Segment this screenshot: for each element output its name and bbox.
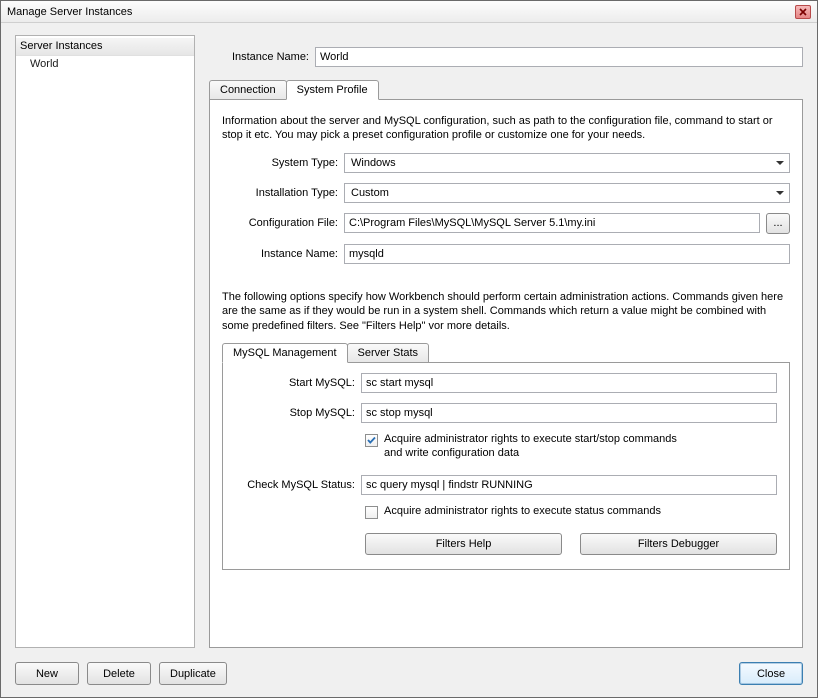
tree-group-header: Server Instances	[16, 38, 194, 56]
close-icon[interactable]	[795, 5, 811, 19]
filters-help-label: Filters Help	[436, 538, 492, 550]
intro-text: Information about the server and MySQL c…	[222, 114, 790, 143]
instance-name-row: Instance Name:	[209, 47, 803, 67]
filters-debugger-label: Filters Debugger	[638, 538, 719, 550]
profile-instance-name-label: Instance Name:	[222, 248, 338, 260]
start-mysql-label: Start MySQL:	[235, 377, 355, 389]
check-status-input[interactable]	[361, 475, 777, 495]
tab-server-stats[interactable]: Server Stats	[347, 343, 430, 363]
tab-system-profile[interactable]: System Profile	[286, 80, 379, 100]
check-status-label: Check MySQL Status:	[235, 479, 355, 491]
new-button[interactable]: New	[15, 662, 79, 685]
duplicate-button[interactable]: Duplicate	[159, 662, 227, 685]
start-mysql-input[interactable]	[361, 373, 777, 393]
server-instances-tree[interactable]: Server Instances World	[15, 35, 195, 648]
close-label: Close	[757, 668, 785, 680]
duplicate-label: Duplicate	[170, 668, 216, 680]
dialog-footer: New Delete Duplicate Close	[1, 656, 817, 697]
left-pane: Server Instances World	[15, 35, 195, 648]
title-bar: Manage Server Instances	[1, 1, 817, 23]
instance-name-input[interactable]	[315, 47, 803, 67]
admin-rights-status-label: Acquire administrator rights to execute …	[384, 505, 661, 519]
profile-instance-name-input[interactable]	[344, 244, 790, 264]
filters-help-button[interactable]: Filters Help	[365, 533, 562, 555]
dialog-body: Server Instances World Instance Name: Co…	[1, 23, 817, 656]
tab-mysql-management[interactable]: MySQL Management	[222, 343, 348, 363]
admin-rights-status-checkbox[interactable]	[365, 506, 378, 519]
right-pane: Instance Name: Connection System Profile…	[209, 35, 803, 648]
stop-mysql-label: Stop MySQL:	[235, 407, 355, 419]
browse-button[interactable]: ...	[766, 213, 790, 234]
system-type-select[interactable]: Windows	[344, 153, 790, 173]
system-profile-panel: Information about the server and MySQL c…	[209, 99, 803, 648]
config-file-label: Configuration File:	[222, 217, 338, 229]
filters-debugger-button[interactable]: Filters Debugger	[580, 533, 777, 555]
inner-tabs: MySQL Management Server Stats	[222, 342, 790, 362]
install-type-value: Custom	[351, 187, 389, 199]
manage-server-instances-window: Manage Server Instances Server Instances…	[0, 0, 818, 698]
config-file-input[interactable]	[344, 213, 760, 233]
delete-label: Delete	[103, 668, 135, 680]
main-tabs: Connection System Profile	[209, 79, 803, 99]
stop-mysql-input[interactable]	[361, 403, 777, 423]
system-type-label: System Type:	[222, 157, 338, 169]
new-label: New	[36, 668, 58, 680]
system-type-value: Windows	[351, 157, 396, 169]
install-type-label: Installation Type:	[222, 187, 338, 199]
tab-connection[interactable]: Connection	[209, 80, 287, 100]
admin-rights-startstop-checkbox[interactable]	[365, 434, 378, 447]
window-title: Manage Server Instances	[7, 6, 132, 18]
instance-name-label: Instance Name:	[209, 51, 309, 63]
delete-button[interactable]: Delete	[87, 662, 151, 685]
install-type-select[interactable]: Custom	[344, 183, 790, 203]
tree-item-world[interactable]: World	[16, 56, 194, 72]
admin-intro-text: The following options specify how Workbe…	[222, 290, 790, 335]
close-button[interactable]: Close	[739, 662, 803, 685]
mysql-management-panel: Start MySQL: Stop MySQL: Acquire adminis…	[222, 362, 790, 570]
browse-label: ...	[773, 218, 782, 229]
admin-rights-startstop-label: Acquire administrator rights to execute …	[384, 433, 684, 461]
